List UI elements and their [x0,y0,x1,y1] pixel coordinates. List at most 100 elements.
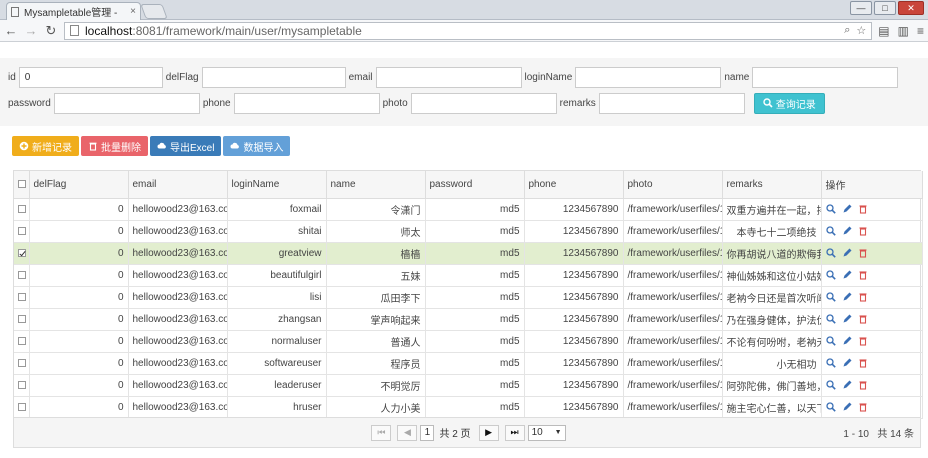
view-icon[interactable] [825,380,836,390]
edit-icon[interactable] [842,270,852,280]
delete-icon[interactable] [858,226,868,236]
back-icon[interactable]: ← [4,23,18,38]
column-header[interactable]: email [128,171,228,199]
reload-icon[interactable]: ↻ [44,23,58,39]
first-page-button[interactable]: ⏮ [371,424,392,441]
row-select-cell[interactable] [14,242,30,265]
column-header[interactable]: delFlag [29,171,129,199]
name-input[interactable] [752,66,899,88]
close-window-button[interactable]: ✕ [898,1,924,15]
table-row[interactable]: 0 hellowood23@163.com foxmail 令潇门 md5 1234567… [14,198,923,221]
delete-icon[interactable] [858,314,868,324]
menu-icon[interactable]: ≡ [917,24,924,38]
table-row[interactable]: 0 hellowood23@163.com beautifulgirl 五妹 md5 12… [14,264,923,287]
zoom-icon[interactable]: ⌕ [844,24,850,37]
view-icon[interactable] [825,358,836,368]
table-row[interactable]: 0 hellowood23@163.com zhangsan 掌声响起来 md5 1234… [14,308,923,331]
row-checkbox[interactable] [18,402,26,411]
column-header[interactable]: photo [623,171,723,199]
column-header[interactable]: password [425,171,525,199]
row-select-cell[interactable] [14,352,30,375]
delete-icon[interactable] [858,292,868,302]
edit-icon[interactable] [842,292,852,302]
delete-icon[interactable] [858,336,868,346]
next-page-button[interactable]: ▶ [478,424,499,441]
edit-icon[interactable] [842,226,852,236]
url-input[interactable]: localhost :8081/framework/main/user/mysa… [64,21,873,40]
table-row[interactable]: 0 hellowood23@163.com greatview 樯樯 md5 123456… [14,242,923,265]
maximize-button[interactable]: □ [874,1,896,15]
edit-icon[interactable] [842,248,852,258]
id-input[interactable] [18,66,163,88]
table-row[interactable]: 0 hellowood23@163.com softwareuser 程序员 md5 12… [14,352,923,375]
row-checkbox[interactable] [18,292,26,301]
page-number-input[interactable]: 1 [420,424,435,441]
delete-icon[interactable] [858,402,868,412]
row-checkbox[interactable] [18,270,26,279]
delete-icon[interactable] [858,358,868,368]
delflag-input[interactable] [201,66,346,88]
email-input[interactable] [375,66,522,88]
loginname-input[interactable] [575,66,722,88]
star-icon[interactable]: ☆ [856,24,866,37]
column-header[interactable]: remarks [722,171,822,199]
query-button[interactable]: 查询记录 [753,92,825,114]
delete-icon[interactable] [858,204,868,214]
row-select-cell[interactable] [14,264,30,287]
phone-input[interactable] [233,92,380,114]
row-checkbox[interactable] [18,204,26,213]
delete-icon[interactable] [858,270,868,280]
row-checkbox[interactable] [18,336,26,345]
row-select-cell[interactable] [14,286,30,309]
tab-close-icon[interactable]: × [130,6,136,17]
view-icon[interactable] [825,336,836,346]
new-tab-button[interactable] [140,4,168,19]
table-row[interactable]: 0 hellowood23@163.com normaluser 普通人 md5 1234… [14,330,923,353]
table-row[interactable]: 0 hellowood23@163.com shitai 师太 md5 123456789… [14,220,923,243]
table-row[interactable]: 0 hellowood23@163.com leaderuser 不明觉厉 md5 123… [14,374,923,397]
page-size-select[interactable]: 10 ▼ [527,424,566,441]
minimize-button[interactable]: — [850,1,872,15]
select-all-cell[interactable] [14,171,30,199]
delete-icon[interactable] [858,248,868,258]
row-select-cell[interactable] [14,198,30,221]
row-select-cell[interactable] [14,330,30,353]
column-header[interactable]: loginName [227,171,327,199]
row-checkbox[interactable] [18,248,26,257]
table-row[interactable]: 0 hellowood23@163.com hruser 人力小美 md5 1234567… [14,396,923,419]
row-select-cell[interactable] [14,374,30,397]
forward-icon[interactable]: → [24,23,38,38]
last-page-button[interactable]: ⏭ [504,424,525,441]
edit-icon[interactable] [842,402,852,412]
row-checkbox[interactable] [18,226,26,235]
row-checkbox[interactable] [18,314,26,323]
view-icon[interactable] [825,226,836,236]
password-input[interactable] [53,92,200,114]
photo-input[interactable] [410,92,557,114]
row-select-cell[interactable] [14,308,30,331]
view-icon[interactable] [825,402,836,412]
row-checkbox[interactable] [18,380,26,389]
prev-page-button[interactable]: ◀ [397,424,418,441]
edit-icon[interactable] [842,358,852,368]
edit-icon[interactable] [842,380,852,390]
sidebar-icon[interactable]: ▥ [898,24,909,38]
view-icon[interactable] [825,314,836,324]
reading-list-icon[interactable]: ▤ [878,24,889,38]
table-row[interactable]: 0 hellowood23@163.com lisi 瓜田李下 md5 123456789… [14,286,923,309]
row-select-cell[interactable] [14,396,30,419]
view-icon[interactable] [825,204,836,214]
view-icon[interactable] [825,248,836,258]
edit-icon[interactable] [842,204,852,214]
edit-icon[interactable] [842,314,852,324]
view-icon[interactable] [825,270,836,280]
view-icon[interactable] [825,292,836,302]
remarks-input[interactable] [598,92,745,114]
add-record-button[interactable]: 新增记录 [12,136,79,156]
column-header[interactable]: phone [524,171,624,199]
row-checkbox[interactable] [18,358,26,367]
row-select-cell[interactable] [14,220,30,243]
column-header[interactable]: name [326,171,426,199]
export-excel-button[interactable]: 导出Excel [150,136,222,156]
delete-icon[interactable] [858,380,868,390]
